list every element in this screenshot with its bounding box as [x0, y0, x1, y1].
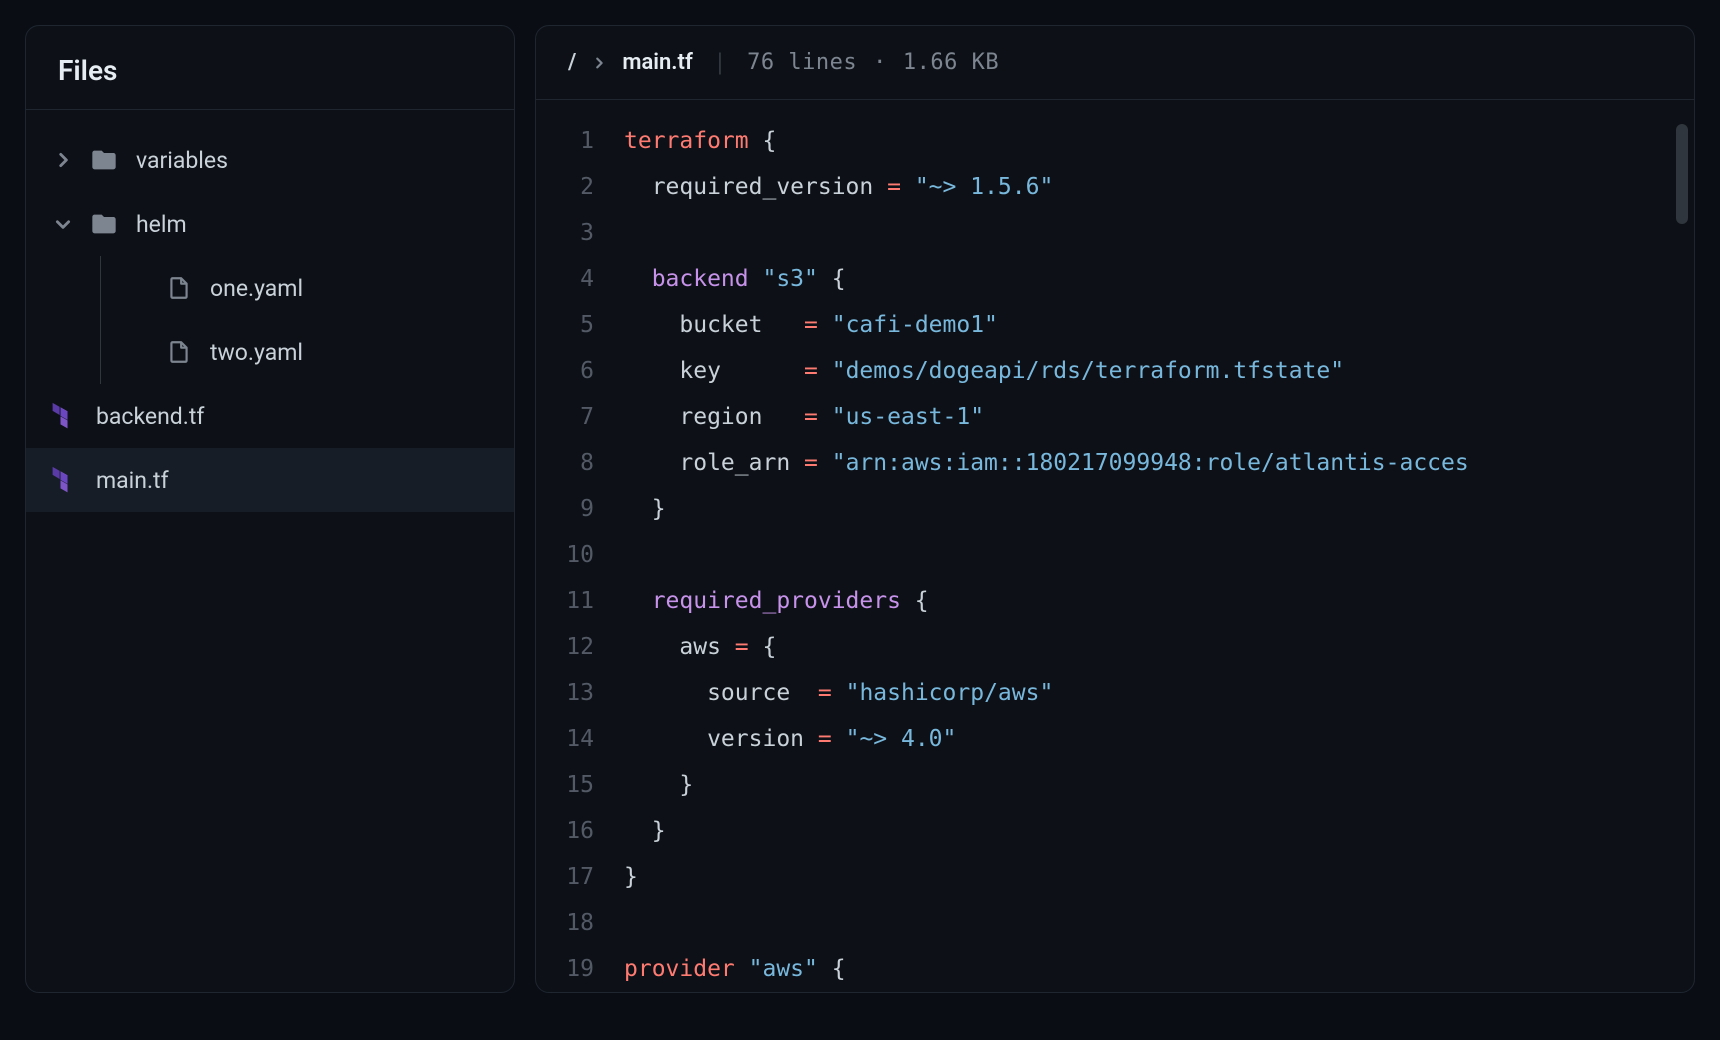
file-explorer-panel: Files variables helm one.yaml two.yaml backe… — [25, 25, 515, 993]
tree-item-label: variables — [136, 147, 228, 174]
line-number: 7 — [536, 394, 594, 440]
line-number: 12 — [536, 624, 594, 670]
code-line[interactable] — [624, 532, 1694, 578]
terraform-icon — [50, 402, 78, 430]
line-number: 3 — [536, 210, 594, 256]
tree-item-label: two.yaml — [210, 339, 303, 366]
code-line[interactable] — [624, 900, 1694, 946]
tree-item-label: helm — [136, 211, 187, 238]
tree-item-label: main.tf — [96, 467, 169, 494]
chevron-right-icon[interactable] — [54, 151, 90, 169]
line-number: 8 — [536, 440, 594, 486]
sidebar-header: Files — [26, 26, 514, 110]
code-line[interactable]: bucket = "cafi-demo1" — [624, 302, 1694, 348]
code-line[interactable]: required_providers { — [624, 578, 1694, 624]
code-line[interactable]: backend "s3" { — [624, 256, 1694, 302]
folder-icon — [90, 210, 118, 238]
code-area[interactable]: 12345678910111213141516171819 terraform … — [536, 100, 1694, 992]
chevron-down-icon[interactable] — [54, 215, 90, 233]
line-number: 9 — [536, 486, 594, 532]
code-line[interactable]: provider "aws" { — [624, 946, 1694, 992]
code-line[interactable] — [624, 210, 1694, 256]
breadcrumb-divider: | — [717, 48, 723, 78]
line-number: 16 — [536, 808, 594, 854]
file-meta-separator: · — [873, 50, 887, 75]
line-number: 5 — [536, 302, 594, 348]
tree-file[interactable]: main.tf — [26, 448, 514, 512]
tree-folder[interactable]: helm — [26, 192, 514, 256]
code-line[interactable]: } — [624, 808, 1694, 854]
tree-item-label: backend.tf — [96, 403, 204, 430]
editor-header: / main.tf | 76 lines · 1.66 KB — [536, 26, 1694, 100]
tree-file[interactable]: two.yaml — [26, 320, 514, 384]
file-icon — [166, 275, 192, 301]
code-line[interactable]: terraform { — [624, 118, 1694, 164]
code-line[interactable]: } — [624, 854, 1694, 900]
line-number: 18 — [536, 900, 594, 946]
code-line[interactable]: source = "hashicorp/aws" — [624, 670, 1694, 716]
line-number: 11 — [536, 578, 594, 624]
code-line[interactable]: } — [624, 762, 1694, 808]
terraform-icon — [50, 466, 78, 494]
chevron-right-icon — [592, 56, 606, 70]
code-line[interactable]: region = "us-east-1" — [624, 394, 1694, 440]
line-number: 4 — [536, 256, 594, 302]
line-number: 13 — [536, 670, 594, 716]
code-line[interactable]: } — [624, 486, 1694, 532]
file-icon — [166, 339, 192, 365]
line-number: 14 — [536, 716, 594, 762]
file-size: 1.66 KB — [903, 50, 999, 75]
code-line[interactable]: key = "demos/dogeapi/rds/terraform.tfsta… — [624, 348, 1694, 394]
line-number: 17 — [536, 854, 594, 900]
file-tree: variables helm one.yaml two.yaml backend.tf m… — [26, 110, 514, 530]
line-number: 1 — [536, 118, 594, 164]
tree-item-label: one.yaml — [210, 275, 303, 302]
folder-icon — [90, 146, 118, 174]
sidebar-title: Files — [58, 54, 482, 87]
code-line[interactable]: version = "~> 4.0" — [624, 716, 1694, 762]
breadcrumb-filename[interactable]: main.tf — [622, 50, 692, 75]
code-line[interactable]: role_arn = "arn:aws:iam::180217099948:ro… — [624, 440, 1694, 486]
code-line[interactable]: required_version = "~> 1.5.6" — [624, 164, 1694, 210]
code-line[interactable]: aws = { — [624, 624, 1694, 670]
file-line-count: 76 lines — [747, 50, 857, 75]
tree-folder[interactable]: variables — [26, 128, 514, 192]
line-number: 19 — [536, 946, 594, 992]
breadcrumb-root[interactable]: / — [568, 50, 576, 75]
line-number: 2 — [536, 164, 594, 210]
line-number: 15 — [536, 762, 594, 808]
line-number-gutter: 12345678910111213141516171819 — [536, 118, 624, 992]
code-editor-panel: / main.tf | 76 lines · 1.66 KB 123456789… — [535, 25, 1695, 993]
code-content[interactable]: terraform { required_version = "~> 1.5.6… — [624, 118, 1694, 992]
scrollbar-thumb[interactable] — [1676, 124, 1688, 224]
tree-file[interactable]: backend.tf — [26, 384, 514, 448]
line-number: 10 — [536, 532, 594, 578]
tree-file[interactable]: one.yaml — [26, 256, 514, 320]
line-number: 6 — [536, 348, 594, 394]
